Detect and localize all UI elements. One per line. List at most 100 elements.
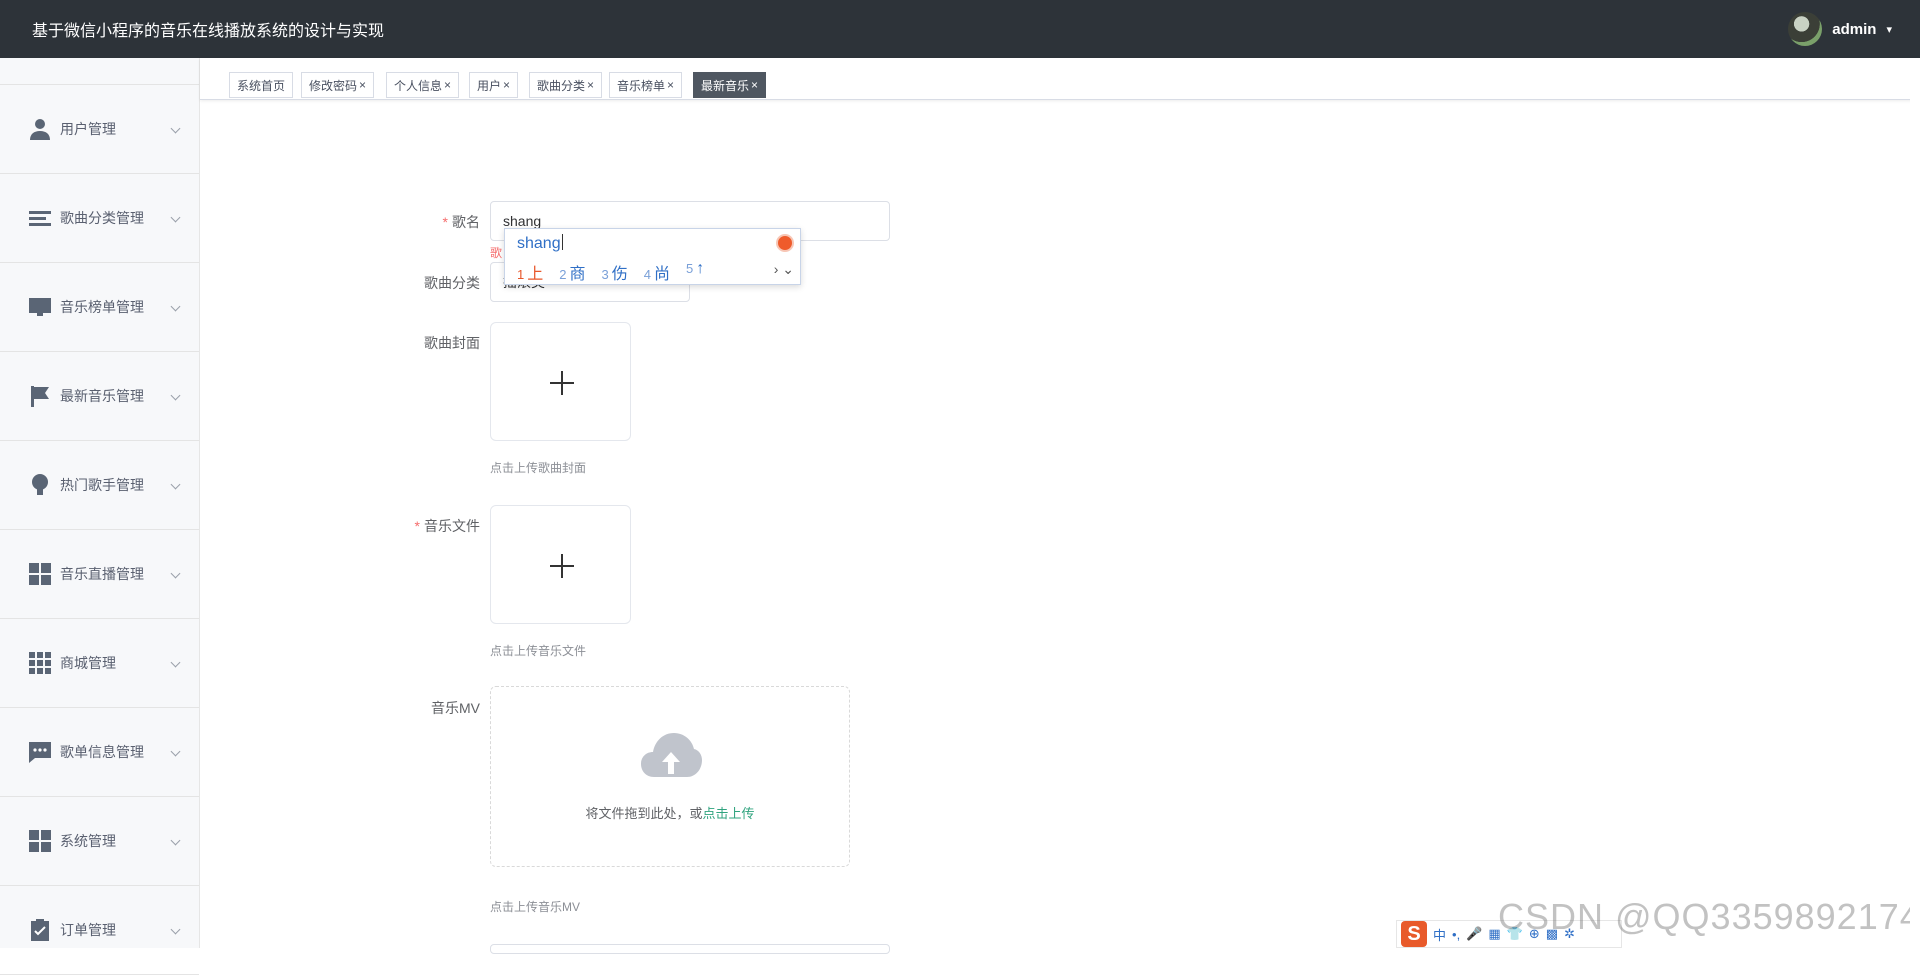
close-icon[interactable]: ×: [751, 78, 758, 92]
candidate-index: 3: [601, 267, 609, 282]
tab-music-chart[interactable]: 音乐榜单 ×: [609, 72, 683, 98]
candidate-index: 5: [686, 261, 694, 276]
required-mark: *: [442, 214, 448, 230]
tab-profile[interactable]: 个人信息 ×: [386, 72, 460, 98]
close-icon[interactable]: ×: [444, 78, 451, 92]
ime-candidate-window[interactable]: shang 1上 2商 3伤 4尚 5 ↑ › ⌄: [504, 228, 801, 285]
candidate-text: 上: [527, 266, 544, 283]
sidebar-item-user-management[interactable]: 用户管理: [0, 85, 199, 174]
candidate-index: 1: [517, 267, 525, 282]
sidebar-item-label: 用户管理: [60, 121, 116, 137]
microphone-icon[interactable]: 🎤: [1466, 926, 1482, 942]
category-label: 歌曲分类: [424, 275, 480, 291]
close-icon[interactable]: ×: [359, 78, 366, 92]
chinese-mode-icon[interactable]: 中: [1433, 925, 1446, 944]
cover-uploader[interactable]: [490, 322, 631, 441]
chevron-down-icon: [170, 746, 181, 757]
tab-new-music[interactable]: 最新音乐 ×: [693, 72, 767, 98]
sidebar-item-live-management[interactable]: 音乐直播管理: [0, 530, 199, 619]
candidate-text: 伤: [611, 266, 628, 283]
tab-user[interactable]: 用户 ×: [469, 72, 519, 98]
cover-label: 歌曲封面: [424, 335, 480, 351]
mv-tip: 点击上传音乐MV: [490, 900, 581, 914]
chevron-down-icon: [170, 212, 181, 223]
apps-icon: [28, 651, 52, 675]
upload-link[interactable]: 点击上传: [703, 806, 755, 821]
chevron-down-icon: [170, 301, 181, 312]
sidebar-item-new-music-management[interactable]: 最新音乐管理: [0, 352, 199, 441]
tab-label: 音乐榜单: [617, 78, 666, 93]
caret-down-icon[interactable]: ▾: [1886, 23, 1892, 36]
plus-icon: [561, 554, 563, 578]
avatar[interactable]: [1788, 12, 1823, 46]
plus-icon: [561, 371, 563, 395]
label-text: 音乐文件: [424, 518, 480, 534]
candidate-index: 4: [643, 267, 651, 282]
close-icon[interactable]: ×: [587, 78, 594, 92]
list-icon: [28, 206, 52, 230]
sidebar-top: [0, 58, 199, 85]
sidebar-item-chart-management[interactable]: 音乐榜单管理: [0, 263, 199, 352]
watermark: CSDN @QQ3359892174: [1498, 896, 1920, 937]
sidebar-item-label: 音乐榜单管理: [60, 299, 144, 315]
sidebar-item-label: 商城管理: [60, 655, 116, 671]
tab-change-password[interactable]: 修改密码 ×: [301, 72, 375, 98]
label-text: 歌名: [452, 214, 480, 230]
sidebar-item-system-management[interactable]: 系统管理: [0, 797, 199, 886]
close-icon[interactable]: ×: [503, 78, 510, 92]
tab-song-category[interactable]: 歌曲分类 ×: [529, 72, 603, 98]
music-file-label: * 音乐文件: [360, 516, 480, 536]
tab-home[interactable]: 系统首页: [229, 72, 294, 98]
chevron-down-icon: [170, 568, 181, 579]
user-menu[interactable]: admin ▾: [1788, 12, 1892, 46]
music-file-uploader[interactable]: [490, 505, 631, 624]
ime-composition: shang: [517, 235, 561, 252]
monitor-icon: [28, 295, 52, 319]
sidebar-item-singer-management[interactable]: 热门歌手管理: [0, 441, 199, 530]
chevron-down-icon: [170, 479, 181, 490]
punctuation-icon[interactable]: •,: [1452, 927, 1460, 942]
input-value: shang: [503, 213, 542, 229]
ime-candidate[interactable]: 2商: [559, 260, 585, 284]
chevron-down-icon: [170, 390, 181, 401]
sogou-logo-icon[interactable]: S: [1401, 921, 1427, 947]
tabs-bar: 系统首页 修改密码 × 个人信息 × 用户 × 歌曲分类 × 音乐榜单 × 最新音乐 ×: [200, 58, 1920, 100]
drag-text: 将文件拖到此处，或点击上传: [491, 803, 849, 822]
chevron-down-icon: [170, 123, 181, 134]
sidebar-item-label: 最新音乐管理: [60, 388, 144, 404]
next-field-input[interactable]: [490, 944, 890, 954]
ime-candidate[interactable]: 1上: [517, 260, 543, 284]
sidebar-item-order-management[interactable]: 订单管理: [0, 886, 199, 975]
ime-candidate[interactable]: 4尚: [644, 260, 670, 284]
app-title: 基于微信小程序的音乐在线播放系统的设计与实现: [32, 23, 385, 40]
tab-label: 修改密码: [309, 78, 358, 93]
ime-page-nav[interactable]: › ⌄: [774, 261, 794, 278]
sidebar-item-label: 热门歌手管理: [60, 477, 144, 493]
close-icon[interactable]: ×: [667, 78, 674, 92]
sidebar-item-playlist-management[interactable]: 歌单信息管理: [0, 708, 199, 797]
tab-label: 个人信息: [394, 78, 443, 93]
sidebar: 用户管理 歌曲分类管理 音乐榜单管理 最新音乐管理 热门歌手管理 音乐直播管理 …: [0, 58, 200, 975]
required-mark: *: [414, 518, 420, 534]
flag-icon: [28, 384, 52, 408]
sidebar-item-label: 订单管理: [60, 922, 116, 938]
mv-drag-uploader[interactable]: 将文件拖到此处，或点击上传: [490, 686, 850, 867]
tab-label: 用户: [477, 78, 502, 93]
user-icon: [28, 117, 52, 141]
sidebar-item-label: 歌单信息管理: [60, 744, 144, 760]
sidebar-item-category-management[interactable]: 歌曲分类管理: [0, 174, 199, 263]
chat-icon: [28, 740, 52, 764]
sogou-logo-icon: [776, 234, 794, 252]
chevron-down-icon: [170, 924, 181, 935]
scrollbar[interactable]: [1910, 58, 1920, 948]
candidate-text: 商: [569, 266, 586, 283]
clipboard-icon: [28, 918, 52, 942]
cover-tip: 点击上传歌曲封面: [490, 461, 587, 475]
ime-candidate[interactable]: 5 ↑: [686, 260, 704, 284]
sidebar-item-shop-management[interactable]: 商城管理: [0, 619, 199, 708]
music-file-tip: 点击上传音乐文件: [490, 644, 587, 658]
sidebar-item-label: 音乐直播管理: [60, 566, 144, 582]
cloud-upload-icon: [641, 733, 702, 777]
username[interactable]: admin: [1832, 21, 1876, 38]
ime-candidate[interactable]: 3伤: [602, 260, 628, 284]
